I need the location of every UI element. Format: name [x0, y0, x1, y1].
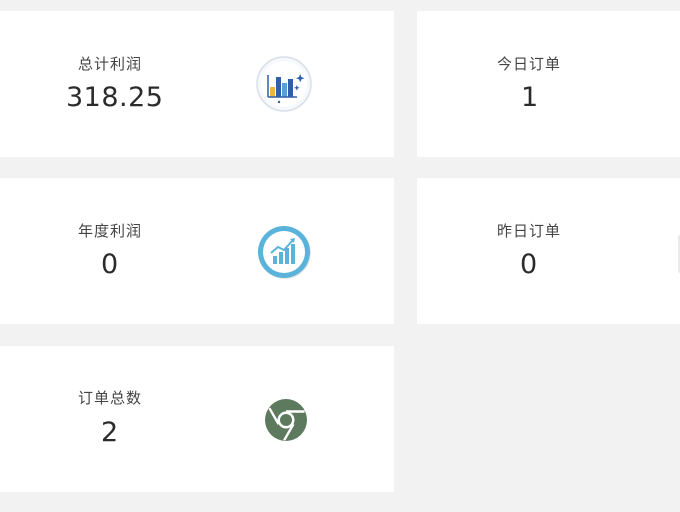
today-orders-value: 1 [521, 82, 539, 113]
growth-chart-icon [255, 223, 313, 281]
today-orders-label: 今日订单 [497, 55, 562, 73]
total-orders-value: 2 [101, 417, 119, 448]
total-profit-label: 总计利润 [78, 55, 143, 73]
total-orders-label: 订单总数 [78, 389, 143, 407]
annual-profit-card: 年度利润 0 [0, 178, 394, 324]
yesterday-orders-label: 昨日订单 [497, 222, 562, 240]
total-profit-value: 318.25 [66, 82, 164, 113]
annual-profit-label: 年度利润 [78, 222, 143, 240]
bar-chart-icon [255, 55, 313, 113]
annual-profit-value: 0 [101, 249, 119, 280]
total-profit-card: 总计利润 318.25 [0, 11, 394, 157]
yesterday-orders-value: 0 [520, 249, 538, 280]
today-orders-card: 今日订单 1 [417, 11, 680, 157]
chrome-icon [257, 391, 315, 449]
yesterday-orders-card: 昨日订单 0 [417, 178, 680, 324]
total-orders-card: 订单总数 2 [0, 346, 394, 492]
